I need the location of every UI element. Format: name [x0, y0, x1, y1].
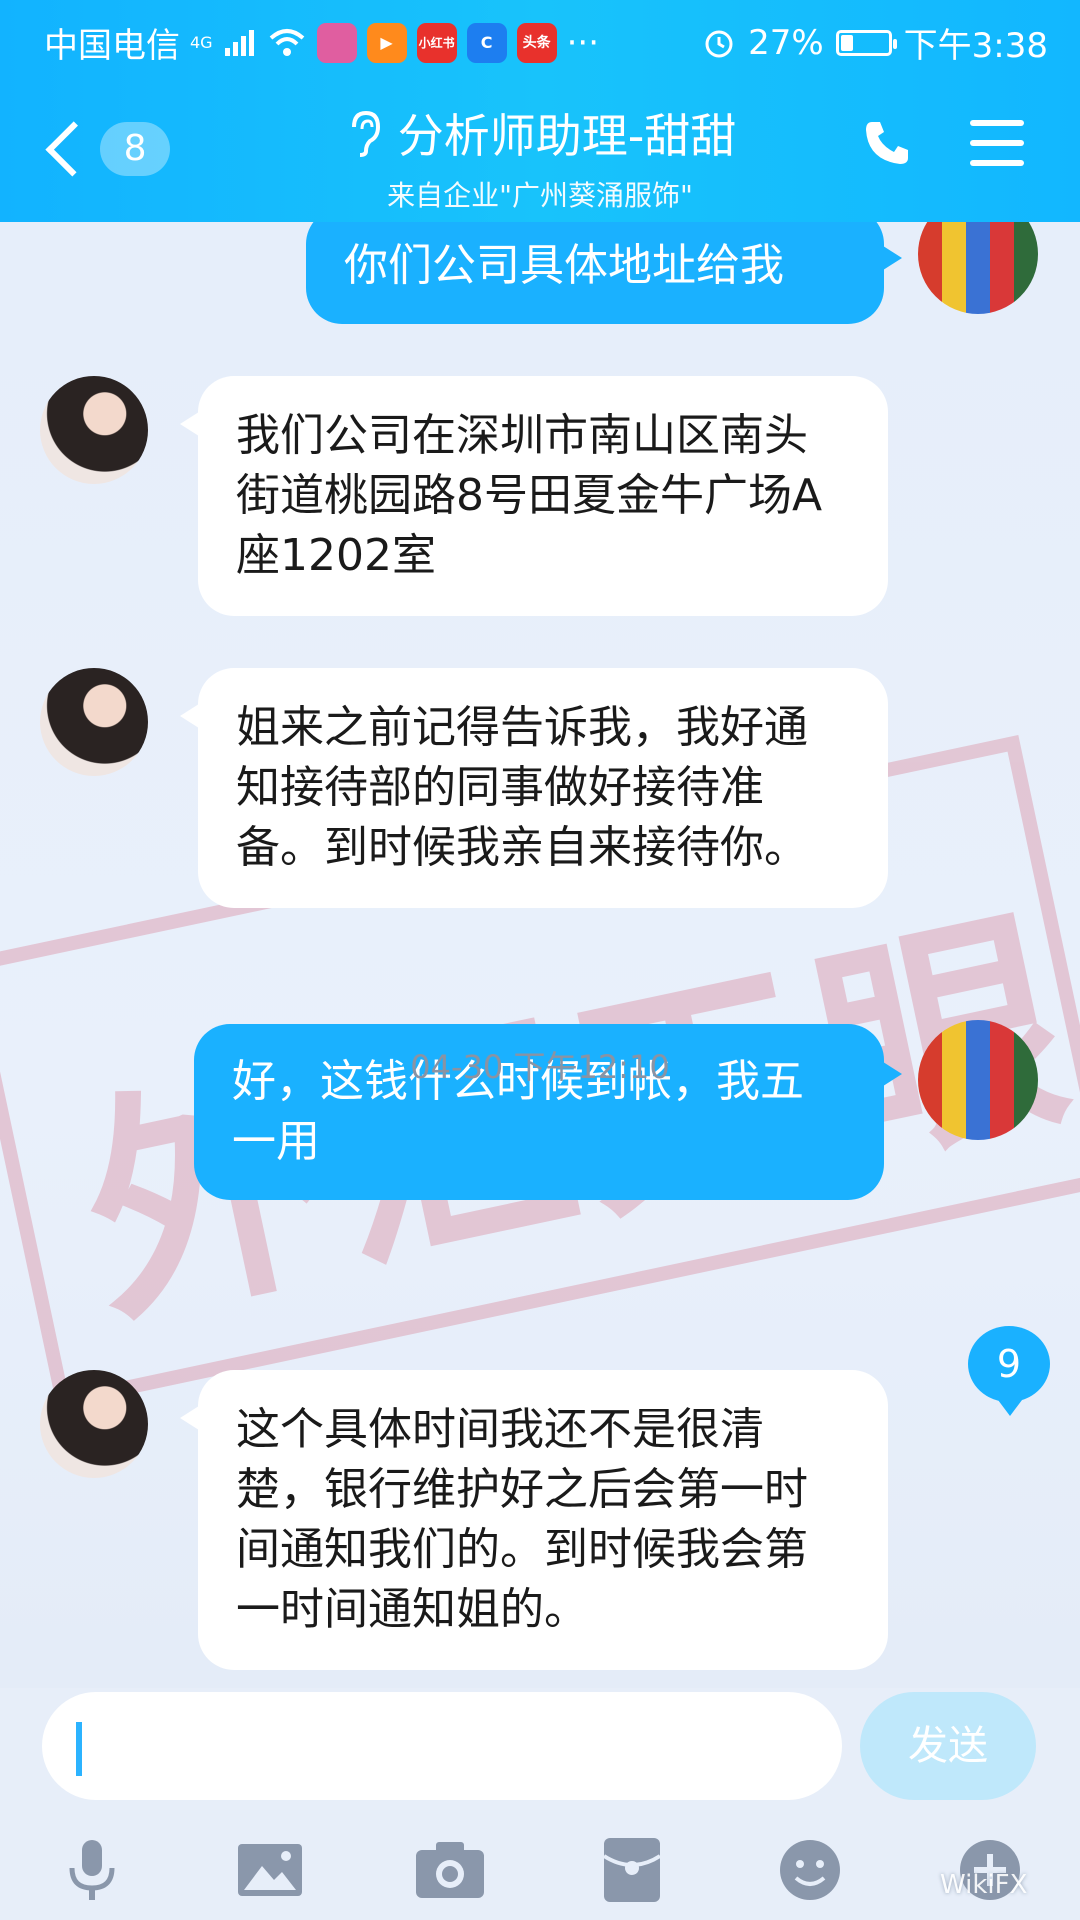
chat-area[interactable]: 外汇天眼 你们公司具体地址给我 我们公司在深圳市南山区南头街道桃园路8号田夏金牛…: [0, 222, 1080, 1688]
new-messages-badge[interactable]: 9: [968, 1326, 1050, 1416]
menu-icon[interactable]: [970, 120, 1024, 166]
camera-icon[interactable]: [410, 1830, 490, 1910]
wifi-icon: [269, 28, 304, 56]
network-label: 4G: [190, 33, 213, 52]
my-avatar[interactable]: [918, 222, 1038, 314]
status-app-icon-1: [316, 22, 357, 63]
clock: 下午3:38: [903, 26, 1048, 66]
back-button[interactable]: 8: [40, 114, 170, 184]
wikifx-watermark: WikiFX: [940, 1870, 1028, 1900]
status-bar: 中国电信 4G ▶ 小红书 C 头条 ··· 27% 下午3:38: [0, 0, 1080, 76]
ear-icon: [351, 110, 380, 157]
message-text: 你们公司具体地址给我: [344, 240, 784, 291]
chat-title: 分析师助理-甜甜: [397, 109, 737, 163]
chat-header: 8 分析师助理-甜甜 来自企业"广州葵涌服饰": [0, 76, 1080, 222]
status-app-icon-2: ▶: [366, 22, 407, 63]
message-bubble-incoming[interactable]: 这个具体时间我还不是很清楚，银行维护好之后会第一时间通知我们的。到时候我会第一时…: [180, 1370, 888, 1670]
battery-icon: [835, 29, 897, 56]
phone-icon[interactable]: [860, 116, 914, 170]
message-bubble-incoming[interactable]: 姐来之前记得告诉我，我好通知接待部的同事做好接待准备。到时候我亲自来接待你。: [180, 668, 888, 908]
contact-avatar[interactable]: [40, 668, 148, 776]
status-app-icon-5: 头条: [516, 22, 557, 63]
carrier-label: 中国电信: [44, 26, 180, 66]
alarm-icon: [705, 30, 733, 57]
message-input[interactable]: [42, 1692, 842, 1800]
top-bar: 中国电信 4G ▶ 小红书 C 头条 ··· 27% 下午3:38 8 分析师助…: [0, 0, 1080, 222]
unread-count-badge: 8: [100, 122, 170, 176]
contact-avatar[interactable]: [40, 376, 148, 484]
contact-avatar[interactable]: [40, 1370, 148, 1478]
status-app-icon-3: 小红书: [416, 22, 457, 63]
message-text: 我们公司在深圳市南山区南头街道桃园路8号田夏金牛广场A座1202室: [236, 410, 823, 581]
message-bubble-incoming[interactable]: 我们公司在深圳市南山区南头街道桃园路8号田夏金牛广场A座1202室: [180, 376, 888, 616]
text-caret: [76, 1722, 82, 1776]
message-text: 姐来之前记得告诉我，我好通知接待部的同事做好接待准备。到时候我亲自来接待你。: [236, 702, 808, 873]
message-bubble-outgoing[interactable]: 你们公司具体地址给我: [306, 222, 902, 324]
image-icon[interactable]: [230, 1830, 310, 1910]
input-toolbar: [0, 1812, 1080, 1920]
chevron-left-icon: [45, 121, 101, 177]
battery-percent: 27%: [748, 22, 824, 63]
message-text: 这个具体时间我还不是很清楚，银行维护好之后会第一时间通知我们的。到时候我会第一时…: [236, 1404, 808, 1635]
signal-icon: [224, 29, 254, 56]
microphone-icon[interactable]: [52, 1830, 132, 1910]
red-packet-icon[interactable]: [592, 1830, 672, 1910]
chat-subtitle: 来自企业"广州葵涌服饰": [387, 179, 693, 212]
chat-title-area[interactable]: 分析师助理-甜甜 来自企业"广州葵涌服饰": [280, 100, 800, 214]
send-button[interactable]: 发送: [860, 1692, 1036, 1800]
more-notifications: ···: [566, 22, 600, 63]
emoji-icon[interactable]: [770, 1830, 850, 1910]
status-app-icon-4: C: [466, 22, 507, 63]
message-timestamp: 04-30 下午12:10: [410, 1048, 670, 1086]
